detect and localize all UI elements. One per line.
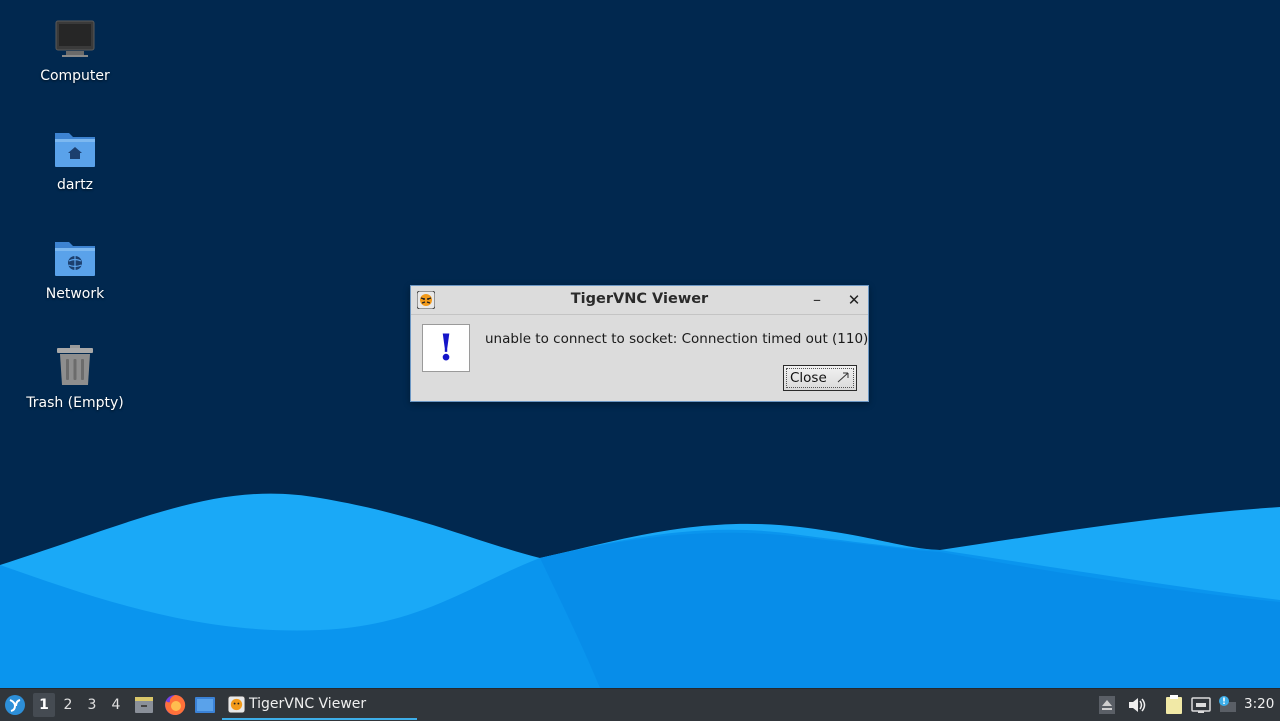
- desktop-icon-label: Network: [45, 286, 105, 302]
- desktop-icon-home[interactable]: dartz: [20, 125, 130, 193]
- pointer-cursor-icon: [837, 372, 849, 383]
- desktop-icon-label: Trash (Empty): [26, 395, 124, 411]
- desktop-icon-computer[interactable]: Computer: [20, 16, 130, 84]
- eject-icon[interactable]: [1099, 696, 1115, 714]
- clipboard-icon[interactable]: [1164, 695, 1184, 715]
- tigervnc-error-dialog: TigerVNC Viewer – ✕ ! unable to connect …: [410, 285, 869, 402]
- taskbar-task-tigervnc[interactable]: TigerVNC Viewer: [222, 690, 417, 720]
- close-button-label: Close: [790, 370, 827, 386]
- network-folder-icon: [55, 242, 95, 276]
- dialog-message: unable to connect to socket: Connection …: [485, 331, 869, 347]
- home-folder-icon: [55, 133, 95, 167]
- desktop-icon-label: dartz: [56, 177, 94, 193]
- trash-icon: [57, 345, 93, 385]
- alert-icon: !: [422, 324, 470, 372]
- workspace-4[interactable]: 4: [105, 693, 127, 717]
- close-button[interactable]: Close: [783, 365, 857, 391]
- desktop-icon-network[interactable]: Network: [20, 234, 130, 302]
- show-desktop-icon[interactable]: [194, 695, 216, 715]
- desktop-icon-label: Computer: [40, 68, 110, 84]
- network-status-icon[interactable]: [1191, 695, 1211, 715]
- workspace-1[interactable]: 1: [33, 693, 55, 717]
- tigervnc-app-icon: [228, 696, 245, 713]
- file-manager-icon[interactable]: [134, 695, 154, 715]
- dialog-titlebar[interactable]: TigerVNC Viewer – ✕: [411, 286, 868, 315]
- task-label: TigerVNC Viewer: [249, 696, 367, 712]
- window-close-button[interactable]: ✕: [842, 288, 866, 312]
- workspace-2[interactable]: 2: [57, 693, 79, 717]
- minimize-button[interactable]: –: [805, 288, 829, 312]
- update-notifier-icon[interactable]: [1216, 693, 1238, 715]
- workspace-3[interactable]: 3: [81, 693, 103, 717]
- desktop-icon-trash[interactable]: Trash (Empty): [20, 343, 130, 411]
- taskbar: 1 2 3 4 TigerVNC Viewer 3:20: [0, 688, 1280, 721]
- dialog-title: TigerVNC Viewer: [570, 291, 709, 307]
- start-menu-icon[interactable]: [4, 694, 26, 716]
- volume-icon[interactable]: [1127, 696, 1147, 714]
- firefox-icon[interactable]: [164, 694, 186, 716]
- clock[interactable]: 3:20: [1244, 696, 1274, 712]
- desktop: Computer dartz Network Trash (Empty) Tig…: [0, 0, 1280, 688]
- computer-icon: [55, 20, 95, 57]
